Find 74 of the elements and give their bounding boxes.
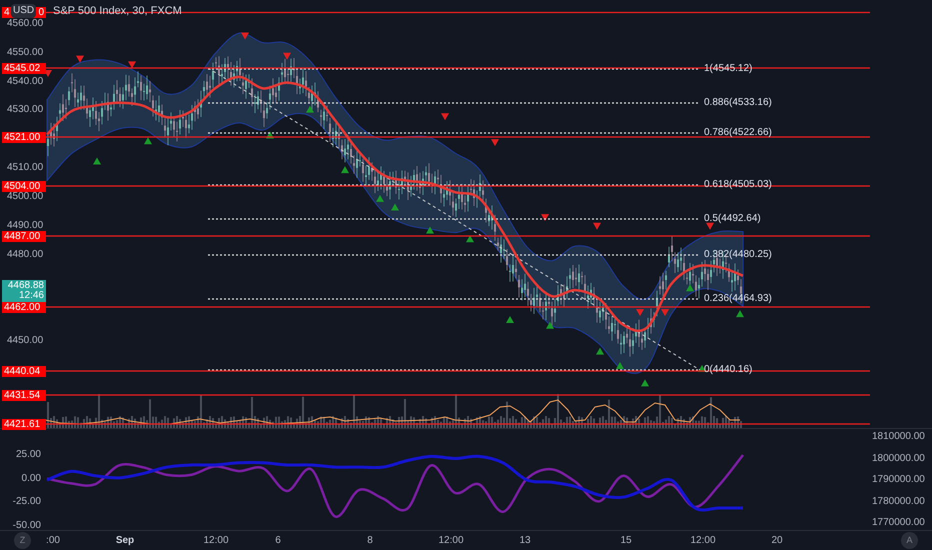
level-tag: 4431.54 (2, 390, 46, 400)
up-triangle-icon (466, 235, 474, 242)
level-tag-text: 4 (4, 7, 10, 18)
time-label: 12:00 (438, 536, 464, 546)
level-tag: 4440.04 (2, 366, 46, 376)
current-price: 4468.88 (8, 281, 44, 291)
down-triangle-icon (128, 61, 136, 68)
price-tick: 4450.00 (7, 336, 44, 346)
volume-tick: 1800000.00 (872, 454, 925, 464)
price-tick: 4560.00 (7, 19, 44, 29)
oscillator-tick: 0.00 (22, 474, 41, 484)
up-triangle-icon (596, 348, 604, 355)
time-label: 13 (519, 536, 531, 546)
level-tag: 4421.61 (2, 418, 46, 430)
time-label: 12:00 (690, 536, 716, 546)
oscillator-tick: -50.00 (12, 521, 41, 531)
volume-tick: 1790000.00 (872, 475, 925, 485)
level-tag: 4521.00 (2, 132, 46, 142)
level-tag: 4504.00 (2, 180, 46, 192)
level-tag: 4487.00 (2, 230, 46, 242)
down-triangle-icon (541, 214, 549, 222)
volume-tick: 1810000.00 (872, 432, 925, 442)
up-triangle-icon (616, 362, 624, 370)
level-tag: 4462.00 (2, 302, 46, 312)
down-triangle-icon (593, 222, 601, 230)
up-triangle-icon (506, 316, 514, 323)
fib-label: 0.5(4492.64) (704, 214, 761, 224)
level-tag-text: 0 (38, 7, 44, 18)
time-label: 8 (367, 536, 373, 546)
volume-tick: 1770000.00 (872, 518, 925, 528)
price-tick: 4480.00 (7, 250, 44, 260)
down-triangle-icon (661, 309, 669, 316)
volume-tick: 1780000.00 (872, 496, 925, 506)
up-triangle-icon (686, 284, 694, 292)
oscillator-tick: -25.00 (12, 497, 41, 508)
bar-countdown: 12:46 (18, 291, 44, 301)
time-label: :00 (46, 536, 60, 546)
price-tick: 4490.00 (7, 220, 44, 231)
price-tick: 4540.00 (7, 76, 44, 87)
time-label: 6 (275, 536, 281, 546)
down-triangle-icon (241, 32, 249, 40)
up-triangle-icon (341, 166, 349, 174)
down-triangle-icon (706, 222, 714, 230)
down-triangle-icon (636, 309, 644, 316)
price-tick: 4550.00 (7, 48, 44, 58)
down-triangle-icon (441, 113, 449, 120)
price-tick: 4510.00 (7, 163, 44, 174)
up-triangle-icon (93, 157, 101, 164)
fib-label: 0.786(4522.66) (704, 128, 772, 138)
price-tick: 4500.00 (7, 192, 44, 202)
price-tick: 4530.00 (7, 105, 44, 116)
up-triangle-icon (306, 106, 314, 113)
up-triangle-icon (266, 132, 274, 138)
time-label: 12:00 (203, 536, 229, 546)
up-triangle-icon (736, 310, 744, 318)
level-tag: 4545.02 (2, 62, 46, 74)
oscillator-tick: 25.00 (16, 450, 41, 460)
fib-label: 0.886(4533.16) (704, 98, 772, 108)
currency-badge[interactable]: USD (11, 4, 36, 18)
auto-scale-button[interactable]: A (901, 532, 918, 549)
fib-label: 0.382(4480.25) (704, 250, 772, 260)
up-triangle-icon (641, 379, 649, 386)
down-triangle-icon (491, 139, 499, 146)
time-label: 20 (771, 536, 783, 546)
up-triangle-icon (698, 364, 706, 372)
up-triangle-icon (144, 137, 152, 144)
up-triangle-icon (426, 226, 434, 234)
down-triangle-icon (45, 70, 52, 77)
up-triangle-icon (546, 322, 554, 329)
scale-button[interactable]: Z (14, 532, 31, 549)
time-label: 15 (620, 536, 632, 546)
down-triangle-icon (76, 56, 84, 63)
time-label: Sep (116, 536, 134, 546)
down-triangle-icon (283, 52, 291, 60)
